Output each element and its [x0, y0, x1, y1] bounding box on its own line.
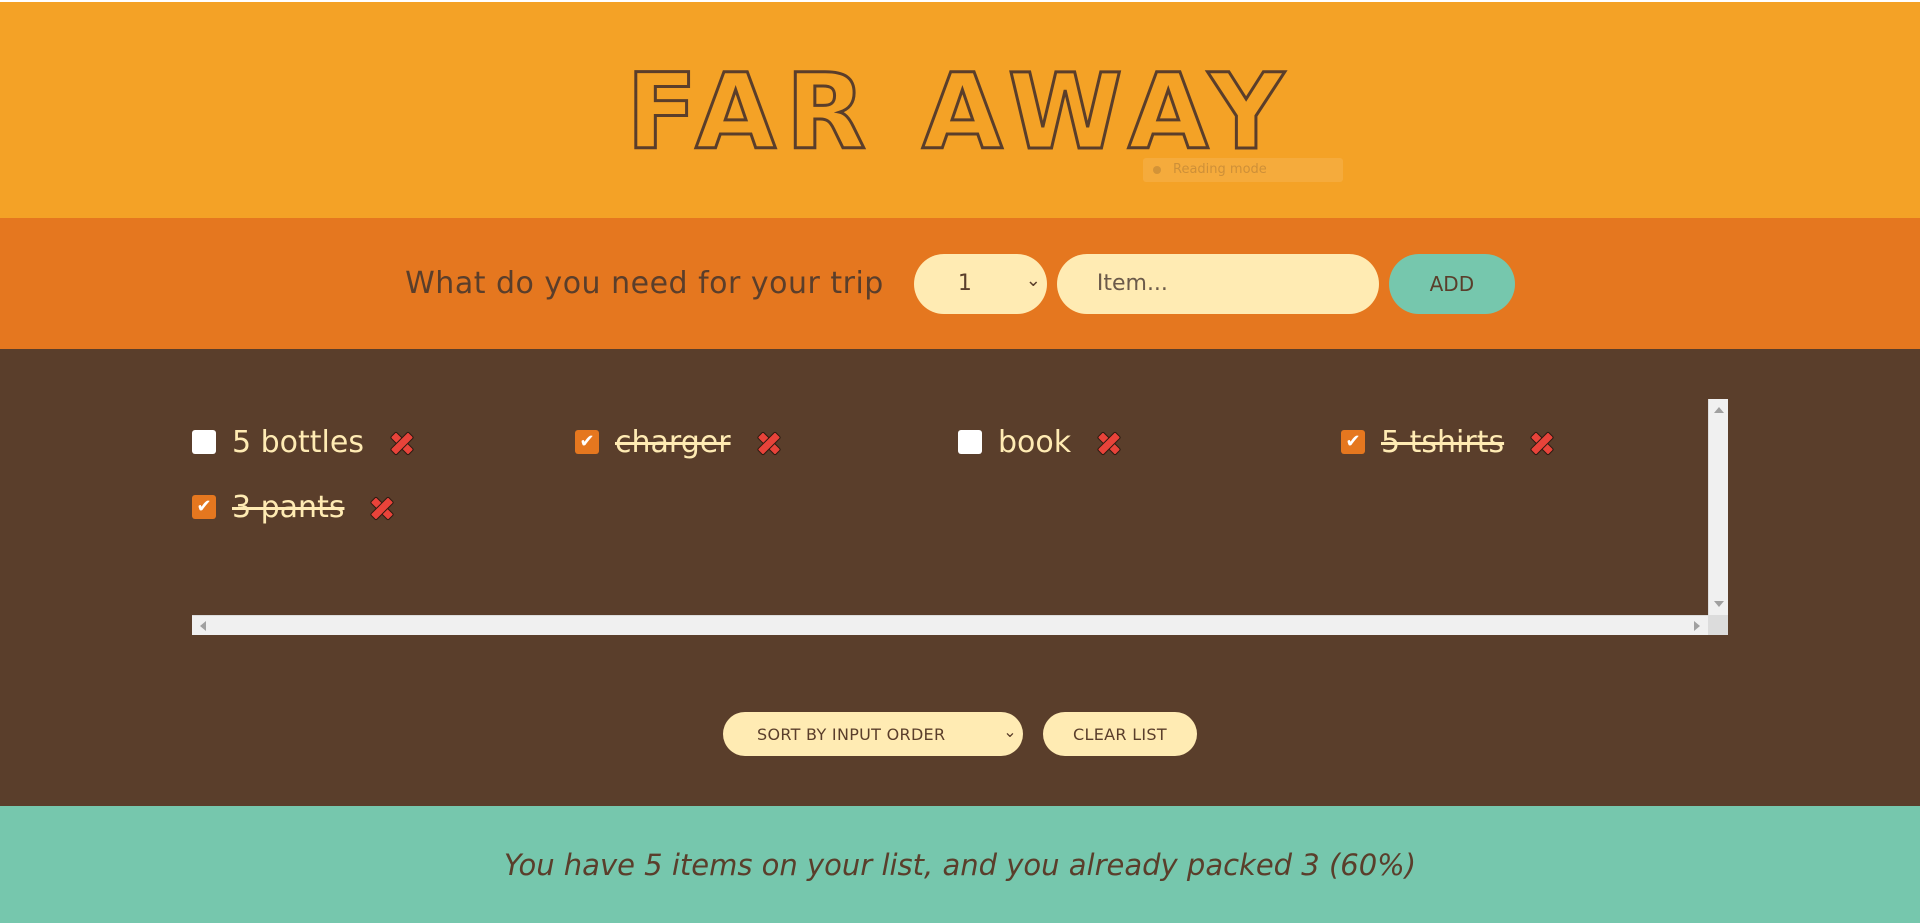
packed-checkbox[interactable] — [1341, 430, 1365, 454]
delete-icon[interactable] — [755, 429, 781, 455]
quantity-select[interactable]: 1 ⌄ — [913, 253, 1047, 314]
list-item: 5 tshirts — [1341, 422, 1554, 462]
item-label: book — [998, 424, 1072, 460]
chevron-down-icon: ⌄ — [1025, 269, 1041, 291]
item-label: 5 tshirts — [1381, 424, 1505, 460]
scroll-right-icon[interactable] — [1694, 621, 1700, 631]
item-input[interactable] — [1056, 253, 1379, 314]
packed-checkbox[interactable] — [192, 495, 216, 519]
stats-footer: You have 5 items on your list, and you a… — [0, 806, 1920, 923]
app-root: FAR AWAY FAR AWAY Reading mode What do y… — [0, 0, 1920, 923]
item-label: 5 bottles — [232, 424, 364, 460]
packed-checkbox[interactable] — [192, 430, 216, 454]
delete-icon[interactable] — [388, 429, 414, 455]
item-label: 3 pants — [232, 489, 345, 525]
delete-icon[interactable] — [1095, 429, 1121, 455]
clear-list-button[interactable]: CLEAR LIST — [1043, 712, 1197, 756]
scroll-up-icon[interactable] — [1714, 407, 1724, 413]
list-item: 5 bottles — [192, 422, 414, 462]
list-item: 3 pants — [192, 487, 394, 527]
list-container[interactable]: 5 bottles charger book 5 tshirts — [192, 399, 1728, 635]
horizontal-scrollbar[interactable] — [192, 615, 1708, 635]
logo: FAR AWAY FAR AWAY — [625, 50, 1294, 175]
sort-select[interactable]: SORT BY INPUT ORDER ⌄ — [723, 712, 1023, 756]
delete-icon[interactable] — [1528, 429, 1554, 455]
vertical-scrollbar[interactable] — [1708, 399, 1728, 615]
packing-list: 5 bottles charger book 5 tshirts — [0, 349, 1920, 806]
scrollbar-corner — [1708, 615, 1728, 635]
form-prompt: What do you need for your trip — [405, 266, 884, 301]
header: FAR AWAY FAR AWAY Reading mode — [0, 0, 1920, 218]
badge-label: Reading mode — [1173, 162, 1267, 177]
list-actions: SORT BY INPUT ORDER ⌄ CLEAR LIST — [0, 712, 1920, 756]
sort-value: SORT BY INPUT ORDER — [757, 724, 946, 744]
reading-mode-badge[interactable]: Reading mode — [1143, 158, 1343, 182]
packed-checkbox[interactable] — [575, 430, 599, 454]
scroll-left-icon[interactable] — [200, 621, 206, 631]
quantity-value: 1 — [957, 271, 972, 296]
delete-icon[interactable] — [368, 494, 394, 520]
add-item-form: What do you need for your trip 1 ⌄ ADD — [0, 218, 1920, 349]
list-grid: 5 bottles charger book 5 tshirts — [192, 399, 1708, 615]
item-label: charger — [615, 424, 731, 460]
add-button[interactable]: ADD — [1388, 253, 1515, 314]
scroll-down-icon[interactable] — [1714, 601, 1724, 607]
stats-message: You have 5 items on your list, and you a… — [503, 847, 1417, 882]
logo-text-inner: FAR AWAY — [626, 51, 1294, 173]
list-item: charger — [575, 422, 781, 462]
packed-checkbox[interactable] — [958, 430, 982, 454]
chevron-down-icon: ⌄ — [1003, 722, 1017, 741]
list-item: book — [958, 422, 1121, 462]
